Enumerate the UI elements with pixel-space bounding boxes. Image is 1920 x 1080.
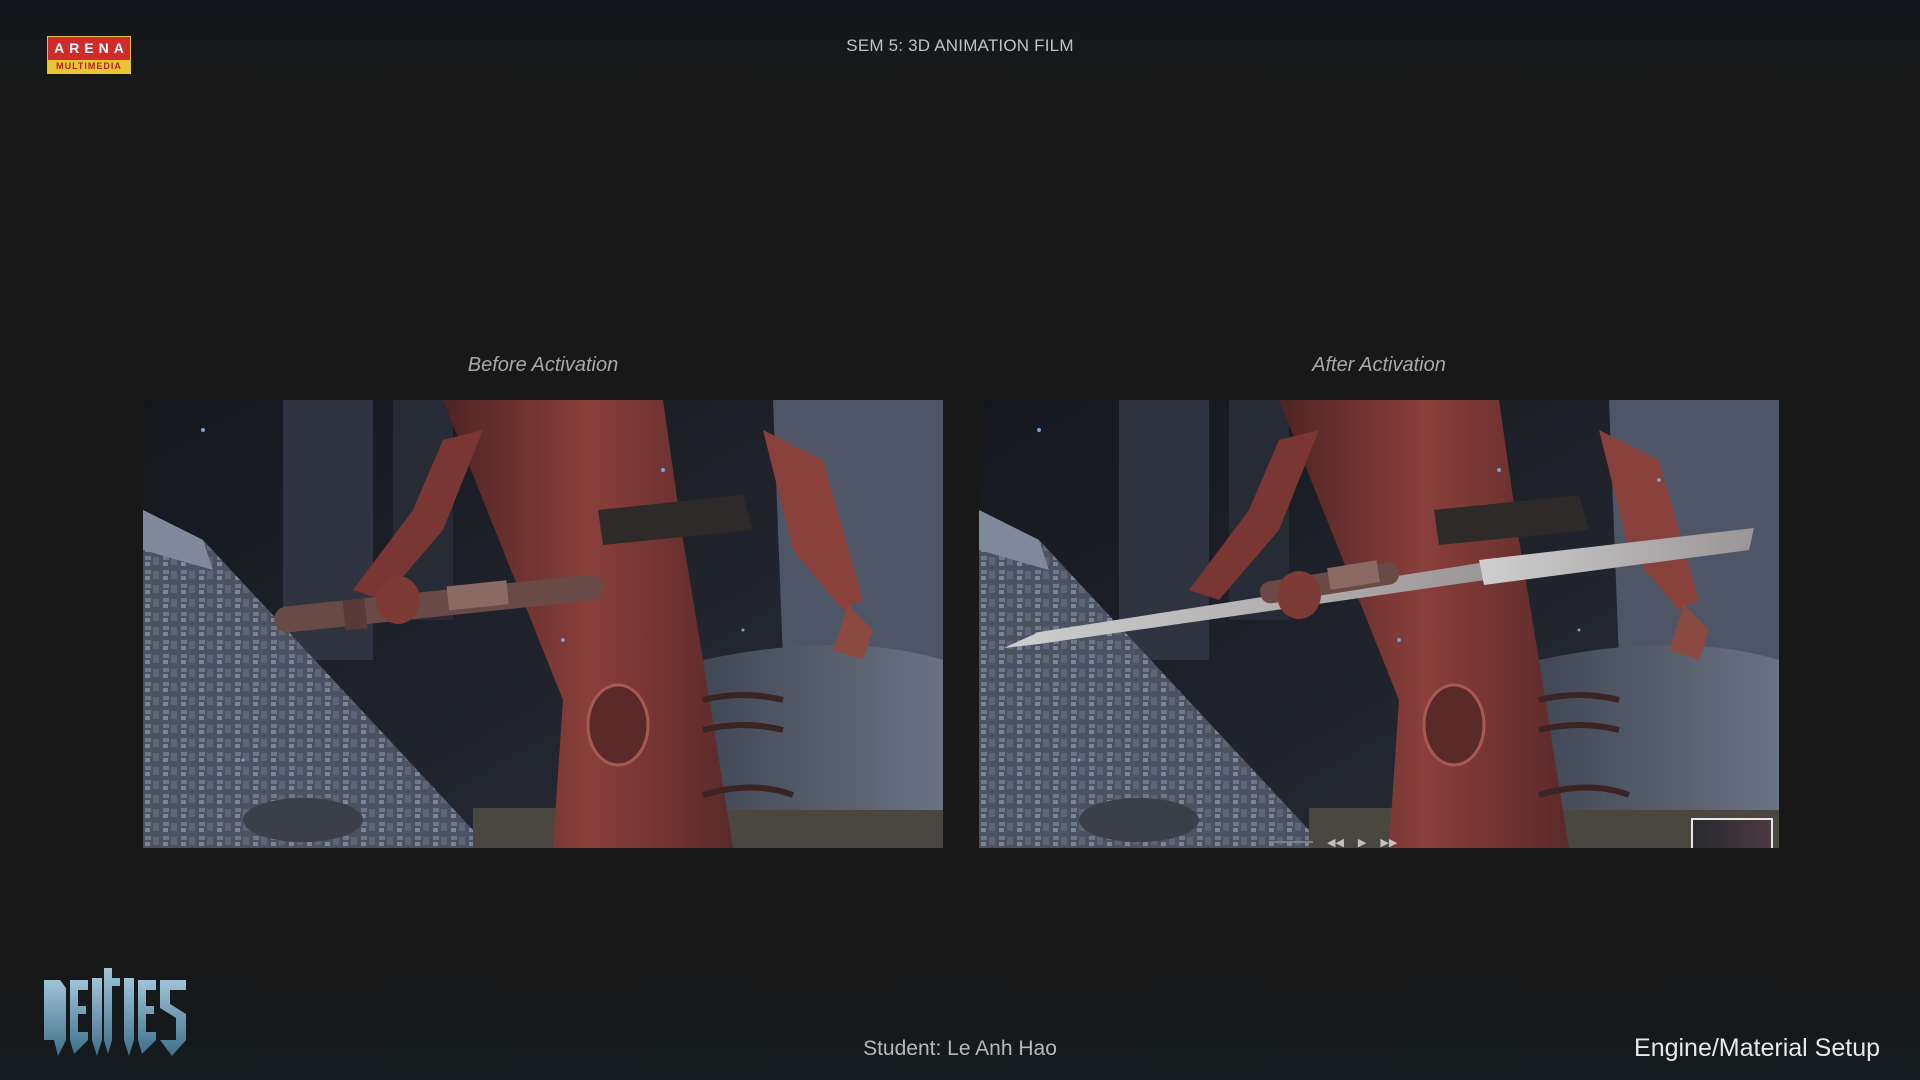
before-render-illustration	[143, 400, 943, 848]
after-activation-render: ◀◀ ▶ ▶▶	[979, 400, 1779, 848]
video-thumbnail[interactable]	[1691, 818, 1773, 848]
student-name: Student: Le Anh Hao	[863, 1037, 1057, 1060]
arena-logo-bottom-text: MULTIMEDIA	[48, 60, 130, 73]
slide-header-title: SEM 5: 3D ANIMATION FILM	[846, 36, 1074, 55]
scrub-track[interactable]	[1269, 841, 1313, 843]
rewind-icon[interactable]: ◀◀	[1327, 836, 1344, 849]
forward-icon[interactable]: ▶▶	[1380, 836, 1397, 849]
play-icon[interactable]: ▶	[1358, 836, 1366, 849]
after-render-illustration	[979, 400, 1779, 848]
video-player-controls[interactable]: ◀◀ ▶ ▶▶	[1269, 836, 1397, 848]
before-caption: Before Activation	[467, 354, 619, 376]
section-title: Engine/Material Setup	[1634, 1034, 1880, 1062]
slide: ARENA MULTIMEDIA SEM 5: 3D ANIMATION FIL…	[0, 0, 1920, 1080]
before-activation-render	[143, 400, 943, 848]
after-caption: After Activation	[1312, 354, 1446, 376]
